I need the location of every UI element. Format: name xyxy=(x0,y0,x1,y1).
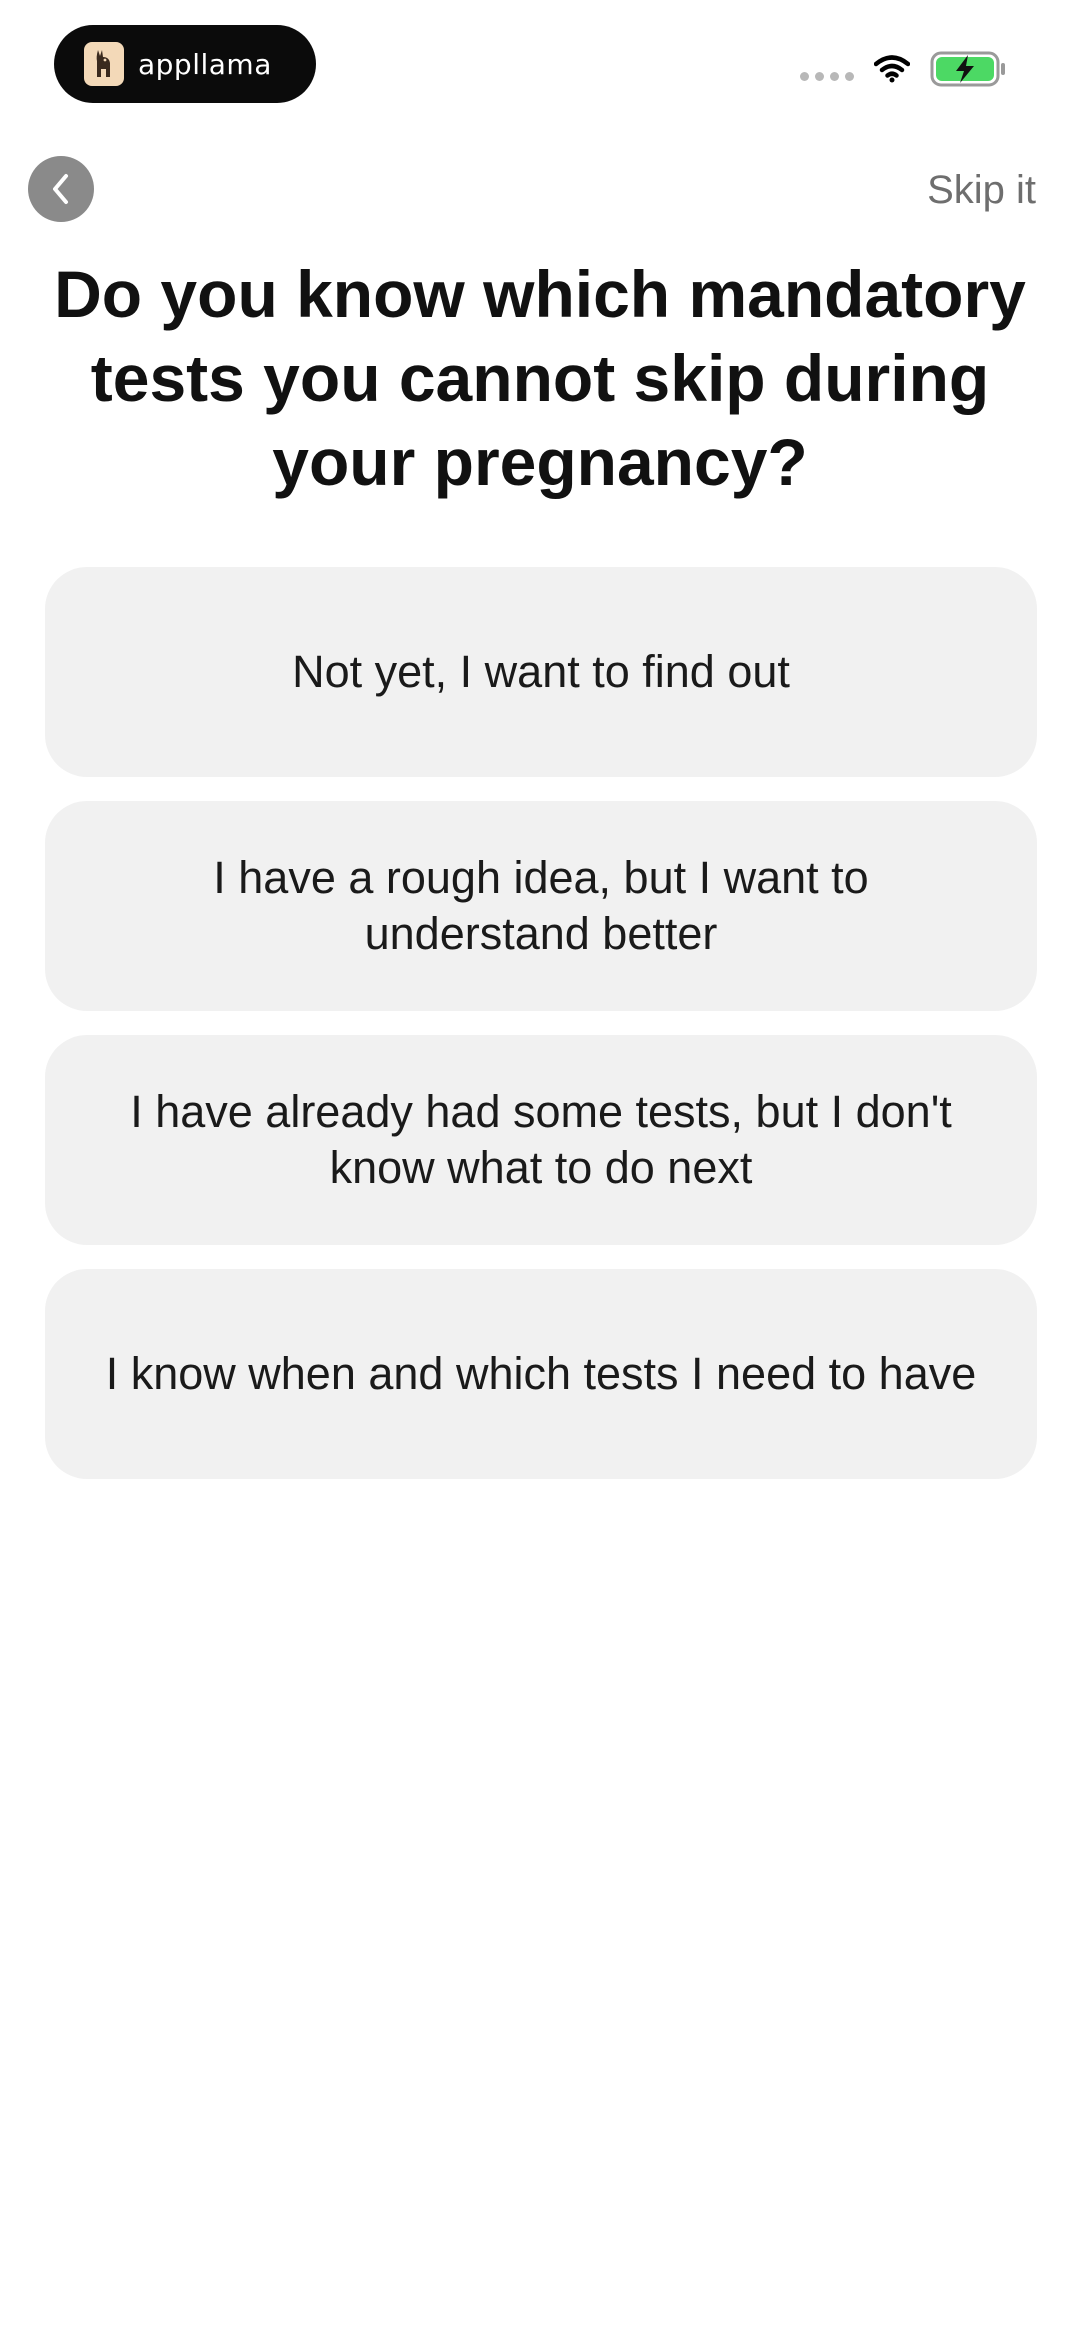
answer-option-label: I have already had some tests, but I don… xyxy=(130,1086,952,1193)
answer-option[interactable]: Not yet, I want to find out xyxy=(45,567,1037,777)
answer-option[interactable]: I have a rough idea, but I want to under… xyxy=(45,801,1037,1011)
llama-logo-icon xyxy=(84,42,124,86)
brand-pill: appllama xyxy=(54,25,316,103)
back-button[interactable] xyxy=(28,156,94,222)
answer-option[interactable]: I have already had some tests, but I don… xyxy=(45,1035,1037,1245)
battery-charging-icon xyxy=(930,51,1005,87)
answer-option-label: Not yet, I want to find out xyxy=(292,646,790,697)
question-title: Do you know which mandatory tests you ca… xyxy=(54,257,1026,499)
answer-options: Not yet, I want to find out I have a rou… xyxy=(45,567,1037,1479)
brand-name: appllama xyxy=(138,47,272,81)
status-icons xyxy=(800,50,1008,88)
chevron-left-icon xyxy=(53,174,68,204)
answer-option-label: I know when and which tests I need to ha… xyxy=(105,1348,977,1399)
skip-button[interactable]: Skip it xyxy=(927,168,1036,213)
signal-dots-icon xyxy=(800,71,854,81)
wifi-icon xyxy=(874,55,910,83)
answer-option[interactable]: I know when and which tests I need to ha… xyxy=(45,1269,1037,1479)
answer-option-label: I have a rough idea, but I want to under… xyxy=(213,852,869,959)
